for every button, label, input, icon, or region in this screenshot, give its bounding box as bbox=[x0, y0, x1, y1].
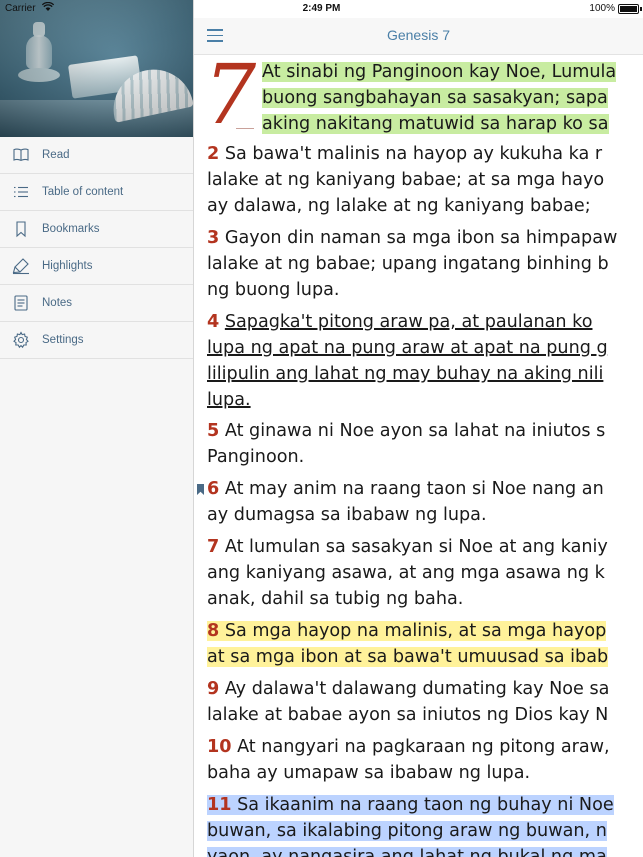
clock: 2:49 PM bbox=[302, 3, 341, 14]
verse-text-line: At may anim na raang taon si Noe nang an bbox=[224, 479, 604, 499]
battery-icon bbox=[618, 4, 639, 14]
verse-text-line: baha ay umapaw sa ibabaw ng lupa. bbox=[207, 763, 531, 783]
verse-number: 11 bbox=[207, 795, 232, 815]
sidebar-item-label: Highlights bbox=[42, 260, 93, 272]
sidebar-item-label: Bookmarks bbox=[42, 223, 100, 235]
verse-text-line: at sa mga ibon at sa bawa't umuusad sa i… bbox=[207, 647, 609, 667]
sidebar-item-notes[interactable]: Notes bbox=[0, 285, 193, 322]
note-icon bbox=[12, 294, 30, 312]
verse-text-line: lalake at ng babae; upang ingatang binhi… bbox=[207, 254, 609, 274]
verse-number: 10 bbox=[207, 737, 232, 757]
verse-number: 4 bbox=[207, 312, 220, 332]
verse-bookmark-icon[interactable] bbox=[197, 484, 204, 495]
verse-text-line: ng buong lupa. bbox=[207, 280, 340, 300]
page-title: Genesis 7 bbox=[386, 27, 451, 43]
verse-text-line: lalake at ng kaniyang babae; at sa mga h… bbox=[207, 170, 605, 190]
verse-text-line: Sa bawa't malinis na hayop ay kukuha ka … bbox=[224, 144, 603, 164]
sidebar-menu: Read Table of content Bookmarks Highligh… bbox=[0, 137, 193, 359]
verse-text-line: At sinabi ng Panginoon kay Noe, Lumula bbox=[262, 62, 617, 82]
verse-text-line: anak, dahil sa tubig ng baha. bbox=[207, 589, 464, 609]
sidebar-item-label: Settings bbox=[42, 334, 84, 346]
cover-image bbox=[0, 0, 193, 137]
battery-percentage: 100% bbox=[589, 3, 615, 14]
verse-text-line: Panginoon. bbox=[207, 447, 305, 467]
verse-text-line: Sa ikaanim na raang taon ng buhay ni Noe bbox=[237, 795, 614, 815]
list-icon bbox=[12, 183, 30, 201]
verse-text-line: Sapagka't pitong araw pa, at paulanan ko bbox=[224, 312, 593, 332]
verse-text-line: lalake at babae ayon sa iniutos ng Dios … bbox=[207, 705, 609, 725]
verse-number: 8 bbox=[207, 621, 220, 641]
chapter-number: 7 bbox=[204, 54, 257, 143]
verse-text-line: ay dumagsa sa ibabaw ng lupa. bbox=[207, 505, 487, 525]
verse-number: 2 bbox=[207, 144, 220, 164]
sidebar-item-label: Notes bbox=[42, 297, 73, 309]
verse-text-line: At nangyari na pagkaraan ng pitong araw, bbox=[237, 737, 610, 757]
book-icon bbox=[12, 146, 30, 164]
bookmark-icon bbox=[12, 220, 30, 238]
sidebar-item-label: Read bbox=[42, 149, 70, 161]
status-bar: Carrier 2:49 PM 100% bbox=[0, 0, 643, 18]
verse-text-line: buwan, sa ikalabing pitong araw ng buwan… bbox=[207, 821, 607, 841]
gear-icon bbox=[12, 331, 30, 349]
verse-number: 5 bbox=[207, 421, 220, 441]
sidebar-item-read[interactable]: Read bbox=[0, 137, 193, 174]
reader-pane: Genesis 7 7 At sinabi ng Panginoon kay N… bbox=[194, 0, 643, 857]
chapter-text[interactable]: 7 At sinabi ng Panginoon kay Noe, Lumula… bbox=[194, 54, 643, 857]
verse-text-line: Ay dalawa't dalawang dumating kay Noe sa bbox=[224, 679, 610, 699]
sidebar-item-table-of-content[interactable]: Table of content bbox=[0, 174, 193, 211]
verse-number: 7 bbox=[207, 537, 220, 557]
verse-text-line: At lumulan sa sasakyan si Noe at ang kan… bbox=[224, 537, 608, 557]
navigation-bar: Genesis 7 bbox=[194, 18, 643, 55]
verse-text-line: At ginawa ni Noe ayon sa lahat na iniuto… bbox=[224, 421, 606, 441]
verse-text-line: Sa mga hayop na malinis, at sa mga hayop bbox=[224, 621, 607, 641]
verse-text-line: yaon, ay nangasira ang lahat ng bukal ng… bbox=[207, 847, 607, 857]
verse-text-line: ang kaniyang asawa, at ang mga asawa ng … bbox=[207, 563, 605, 583]
verse-number: 9 bbox=[207, 679, 220, 699]
verse-text-line: lilipulin ang lahat ng may buhay na akin… bbox=[207, 364, 604, 384]
verse-text-line: aking nakitang matuwid sa harap ko sa bbox=[262, 114, 609, 134]
sidebar-item-label: Table of content bbox=[42, 186, 124, 198]
sidebar-item-highlights[interactable]: Highlights bbox=[0, 248, 193, 285]
verse-text-line: lupa. bbox=[207, 390, 251, 410]
highlighter-icon bbox=[12, 257, 30, 275]
verse-number: 3 bbox=[207, 228, 220, 248]
verse-text-line: buong sangbahayan sa sasakyan; sapa bbox=[262, 88, 608, 108]
verse-text-line: lupa ng apat na pung araw at apat na pun… bbox=[207, 338, 608, 358]
verse-text-line: Gayon din naman sa mga ibon sa himpapaw bbox=[224, 228, 618, 248]
verse-text-line: ay dalawa, ng lalake at ng kaniyang baba… bbox=[207, 196, 591, 216]
verse-number: 6 bbox=[207, 479, 220, 499]
sidebar-item-settings[interactable]: Settings bbox=[0, 322, 193, 359]
sidebar: Read Table of content Bookmarks Highligh… bbox=[0, 0, 194, 857]
sidebar-item-bookmarks[interactable]: Bookmarks bbox=[0, 211, 193, 248]
